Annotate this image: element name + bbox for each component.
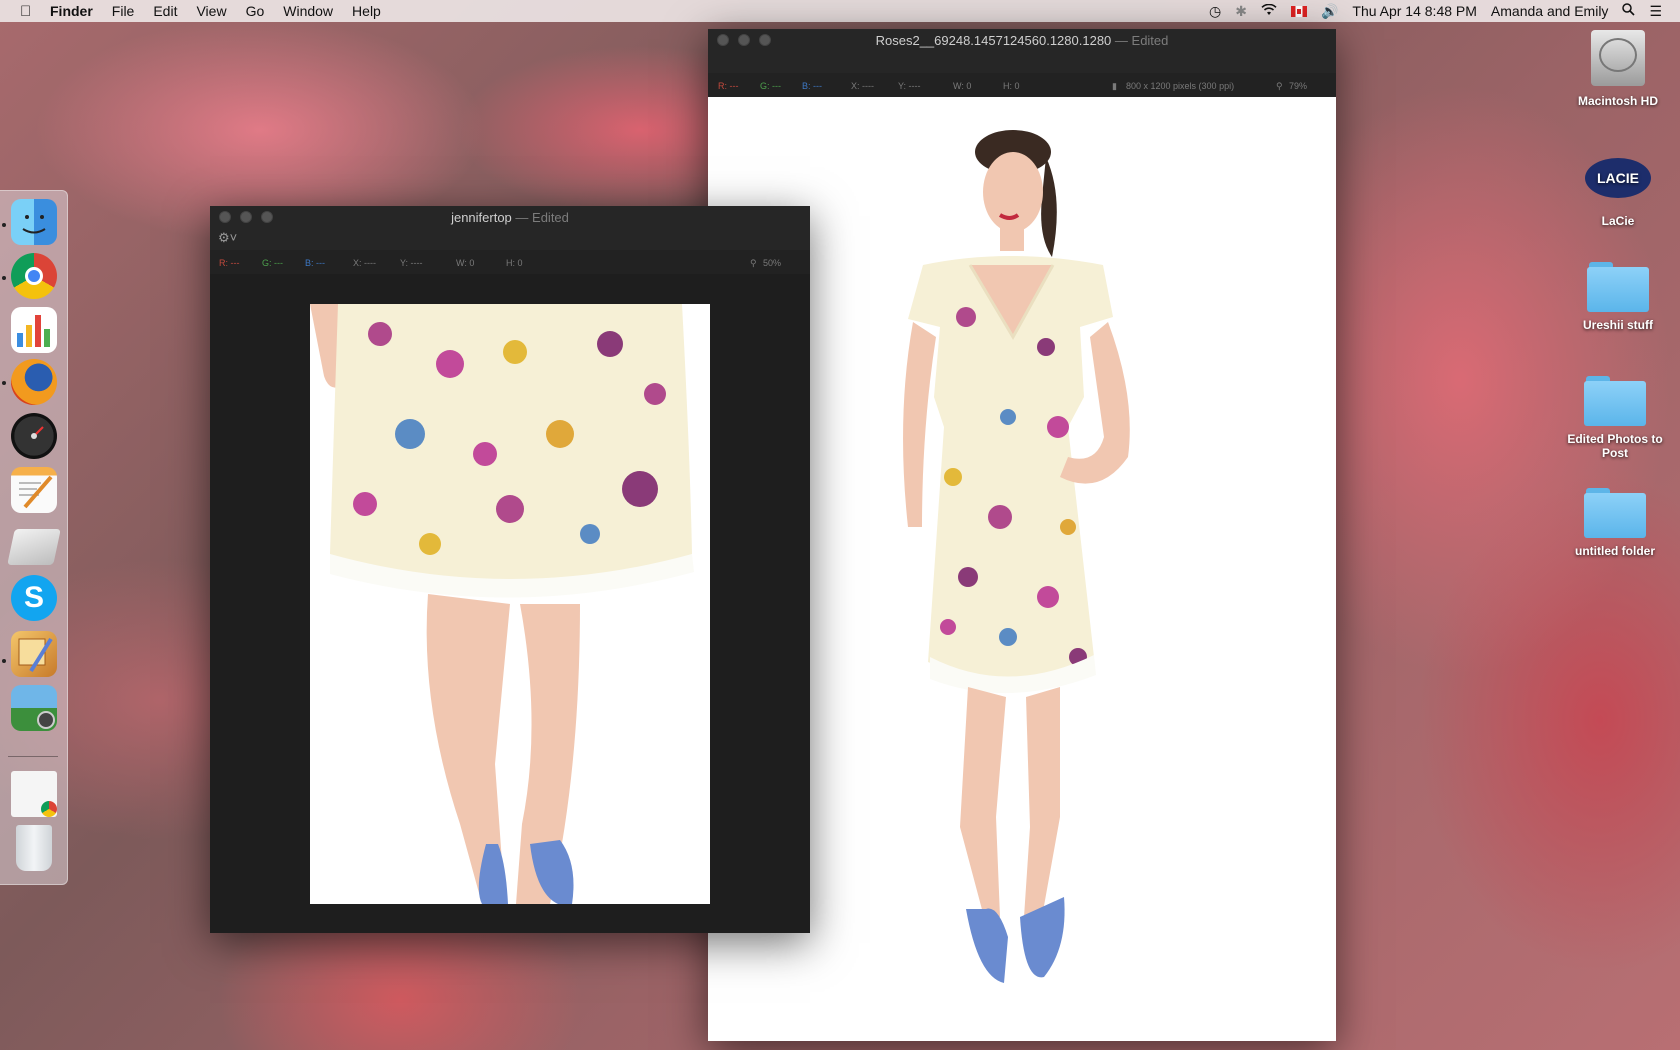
info-r: R: --- xyxy=(219,258,240,268)
info-bar: R: --- G: --- B: --- X: ---- Y: ---- W: … xyxy=(210,250,810,274)
menu-clock[interactable]: Thu Apr 14 8:48 PM xyxy=(1352,3,1477,19)
dock-drive-icon[interactable] xyxy=(7,529,61,565)
desktop-icon-macintosh-hd[interactable]: Macintosh HD xyxy=(1558,30,1678,108)
menu-file[interactable]: File xyxy=(112,3,135,19)
window-title-edited: — Edited xyxy=(515,210,569,225)
desktop-icon-label: Ureshii stuff xyxy=(1582,318,1653,332)
info-g: G: --- xyxy=(760,81,781,91)
dock-skype-icon[interactable]: S xyxy=(11,575,57,621)
window-roses2-titlebar[interactable]: Roses2__69248.1457124560.1280.1280 — Edi… xyxy=(708,29,1336,51)
file-icon: ▮ xyxy=(1112,81,1117,91)
desktop-icon-label: LaCie xyxy=(1601,214,1635,228)
desktop-icon-ureshii-stuff[interactable]: Ureshii stuff xyxy=(1558,262,1678,332)
desktop-icon-edited-photos-to-post[interactable]: Edited Photos to Post xyxy=(1555,376,1675,460)
photo-dress-skirt-crop xyxy=(310,304,694,904)
notification-center-icon[interactable]: ☰ xyxy=(1649,3,1662,20)
bluetooth-icon[interactable]: ✱ xyxy=(1235,3,1247,20)
dock-trash-icon[interactable] xyxy=(16,825,52,871)
menu-bar:  Finder File Edit View Go Window Help ◷… xyxy=(0,0,1680,22)
dock-preview-icon[interactable] xyxy=(11,631,57,677)
lacie-logo-text: LACIE xyxy=(1597,170,1639,186)
window-title: Roses2__69248.1457124560.1280.1280 — Edi… xyxy=(708,33,1336,48)
dock-running-dot xyxy=(2,276,6,280)
info-bar: R: --- G: --- B: --- X: ---- Y: ---- W: … xyxy=(708,73,1336,97)
dock-dashboard-icon[interactable] xyxy=(11,413,57,459)
dock-pages-icon[interactable] xyxy=(11,467,57,513)
menu-go[interactable]: Go xyxy=(246,3,265,19)
menu-app-finder[interactable]: Finder xyxy=(50,3,93,19)
window-jennifertop-titlebar[interactable]: jennifertop — Edited xyxy=(210,206,810,228)
dock-running-dot xyxy=(2,223,6,227)
info-b: B: --- xyxy=(802,81,822,91)
desktop-icon-label: untitled folder xyxy=(1575,544,1655,558)
info-x: X: ---- xyxy=(851,81,874,91)
image-canvas[interactable] xyxy=(310,304,710,904)
folder-icon xyxy=(1584,376,1646,426)
info-r: R: --- xyxy=(718,81,739,91)
window-title-edited: — Edited xyxy=(1114,33,1169,48)
info-zoom: 79% xyxy=(1289,81,1308,91)
dock-chrome-icon[interactable] xyxy=(11,253,57,299)
volume-icon[interactable]: 🔊 xyxy=(1321,3,1338,20)
info-zoom: 50% xyxy=(763,258,782,268)
info-y: Y: ---- xyxy=(400,258,423,268)
info-b: B: --- xyxy=(305,258,325,268)
window-title-name: Roses2__69248.1457124560.1280.1280 xyxy=(875,33,1112,48)
menu-edit[interactable]: Edit xyxy=(153,3,177,19)
desktop-icon-label: Edited Photos to Post xyxy=(1567,432,1663,460)
dock-running-dot xyxy=(2,381,6,385)
desktop-icon-label: Macintosh HD xyxy=(1577,94,1658,108)
dock-iphoto-icon[interactable] xyxy=(11,685,57,731)
dock: S xyxy=(0,190,68,885)
menu-help[interactable]: Help xyxy=(352,3,381,19)
info-g: G: --- xyxy=(262,258,283,268)
hard-drive-icon xyxy=(1591,30,1645,86)
lacie-drive-icon: LACIE xyxy=(1585,158,1651,198)
info-x: X: ---- xyxy=(353,258,376,268)
menu-view[interactable]: View xyxy=(196,3,226,19)
window-jennifertop-toolbar: ⚙˅ xyxy=(210,228,810,250)
zoom-magnifier-icon: ⚲ xyxy=(750,258,757,268)
desktop-icon-lacie[interactable]: LACIE LaCie xyxy=(1558,152,1678,228)
info-w: W: 0 xyxy=(953,81,972,91)
menu-user[interactable]: Amanda and Emily xyxy=(1491,3,1609,19)
folder-icon xyxy=(1584,488,1646,538)
time-machine-icon[interactable]: ◷ xyxy=(1209,3,1221,20)
input-source-flag-icon[interactable] xyxy=(1290,5,1307,17)
info-w: W: 0 xyxy=(456,258,475,268)
dock-numbers-icon[interactable] xyxy=(11,307,57,353)
folder-icon xyxy=(1587,262,1649,312)
zoom-magnifier-icon: ⚲ xyxy=(1276,81,1283,91)
dock-chrome-document-icon[interactable] xyxy=(11,771,57,817)
gear-menu-icon[interactable]: ⚙˅ xyxy=(218,230,237,246)
wifi-icon[interactable] xyxy=(1261,3,1277,19)
dock-separator xyxy=(8,756,58,757)
apple-menu-icon[interactable]:  xyxy=(20,3,36,20)
info-y: Y: ---- xyxy=(898,81,921,91)
window-roses2-toolbar xyxy=(708,51,1336,73)
window-jennifertop: jennifertop — Edited ⚙˅ R: --- G: --- B:… xyxy=(210,206,810,933)
dock-finder-icon[interactable] xyxy=(11,199,57,245)
info-image-size: 800 x 1200 pixels (300 ppi) xyxy=(1126,81,1235,91)
window-title: jennifertop — Edited xyxy=(210,210,810,225)
dock-firefox-icon[interactable] xyxy=(11,359,57,405)
window-title-name: jennifertop xyxy=(451,210,512,225)
menu-window[interactable]: Window xyxy=(283,3,333,19)
info-h: H: 0 xyxy=(506,258,523,268)
spotlight-search-icon[interactable] xyxy=(1622,3,1636,19)
info-h: H: 0 xyxy=(1003,81,1020,91)
desktop-icon-untitled-folder[interactable]: untitled folder xyxy=(1555,488,1675,558)
dock-running-dot xyxy=(2,659,6,663)
